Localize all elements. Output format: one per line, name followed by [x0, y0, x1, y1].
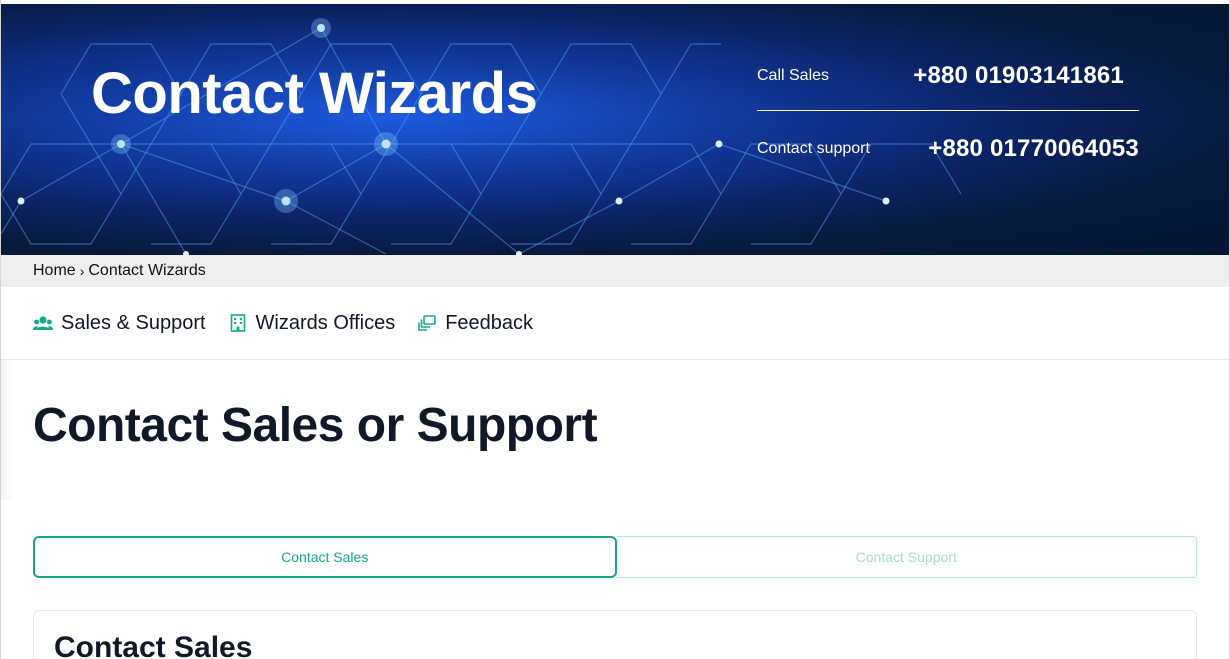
- contact-support-phone[interactable]: +880 01770064053: [928, 135, 1139, 163]
- page: Contact Wizards Call Sales +880 01903141…: [0, 0, 1230, 659]
- building-icon: [228, 313, 248, 333]
- card-title: Contact Sales: [54, 631, 253, 659]
- hero-banner: Contact Wizards Call Sales +880 01903141…: [1, 4, 1229, 255]
- nav-item-label: Wizards Offices: [255, 311, 396, 334]
- contact-support-label: Contact support: [757, 140, 870, 157]
- contact-support-tab[interactable]: Contact Support: [616, 536, 1197, 578]
- hero-network-background: [1, 18, 962, 255]
- section-nav: Sales & Support Wizards Offices Feedback: [1, 287, 1229, 360]
- nav-item-sales-support[interactable]: Sales & Support: [33, 312, 206, 335]
- contact-type-toggle: Contact Sales Contact Support: [33, 536, 1197, 578]
- contact-support-row: Contact support +880 01770064053: [757, 133, 1139, 165]
- breadcrumb: Home › Contact Wizards: [1, 255, 1229, 287]
- nav-item-feedback[interactable]: Feedback: [417, 312, 533, 335]
- page-title: Contact Sales or Support: [33, 399, 598, 452]
- feedback-icon: [417, 313, 437, 333]
- nav-item-wizards-offices[interactable]: Wizards Offices: [228, 311, 396, 335]
- call-sales-row: Call Sales +880 01903141861: [757, 60, 1139, 92]
- breadcrumb-home-link[interactable]: Home: [33, 262, 76, 280]
- hero-divider: [757, 110, 1139, 111]
- contact-sales-card: Contact Sales: [33, 610, 1197, 659]
- nav-item-label: Sales & Support: [61, 311, 206, 334]
- hero-title: Contact Wizards: [91, 61, 538, 126]
- contact-sales-tab[interactable]: Contact Sales: [33, 536, 617, 578]
- breadcrumb-separator-icon: ›: [79, 263, 85, 279]
- call-sales-phone[interactable]: +880 01903141861: [913, 62, 1124, 90]
- left-shadow: [1, 360, 15, 500]
- users-icon: [33, 313, 53, 333]
- breadcrumb-current: Contact Wizards: [88, 262, 206, 279]
- nav-item-label: Feedback: [445, 311, 534, 334]
- call-sales-label: Call Sales: [757, 67, 830, 84]
